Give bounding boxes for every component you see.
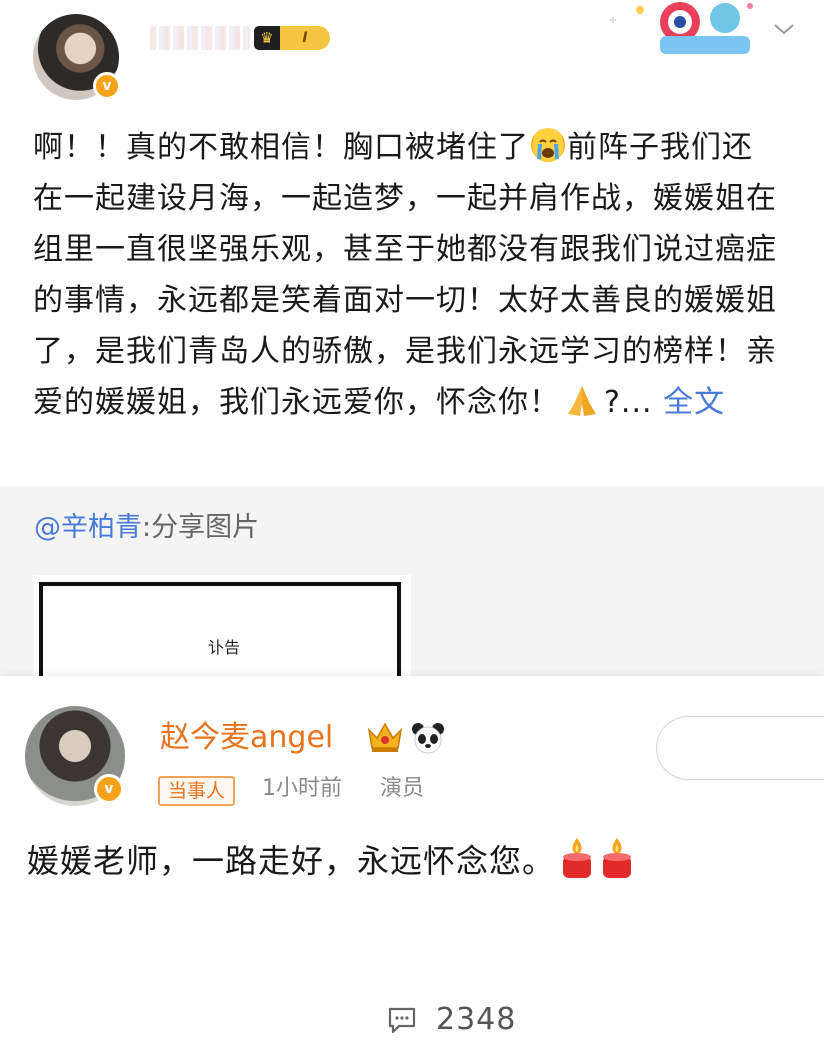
praying-hands-icon [568,386,596,416]
share-mention-line: @辛柏青:分享图片 [34,508,259,548]
decorative-card-sticker-icon [610,2,753,54]
comment-icon[interactable] [387,1006,417,1034]
candle-icon [563,838,592,878]
crown-icon: ♛ [254,26,280,50]
comment-count[interactable]: 2348 [436,1000,516,1040]
crying-face-icon [531,128,565,162]
crown-icon [367,722,403,752]
share-label: :分享图片 [142,512,260,543]
post-author-name-blurred[interactable] [150,26,250,50]
reply-timestamp: 1小时前 [262,776,342,801]
follow-button[interactable] [656,716,824,780]
obituary-title: 讣告 [207,638,240,657]
reply-author-role: 演员 [380,776,425,801]
verified-badge-icon: v [94,774,124,804]
chevron-down-icon[interactable] [772,20,796,38]
member-level-badge: I [280,26,330,50]
reply-author-name[interactable]: 赵今麦angel [160,718,333,758]
post-body-part-1: 啊！！真的不敢相信！胸口被堵住了 [33,130,529,165]
verified-badge-icon: v [93,72,121,100]
reply-text-content: 媛媛老师，一路走好，永远怀念您。 [27,842,556,880]
post-body-text: 啊！！真的不敢相信！胸口被堵住了 前阵子我们还在一起建设月海，一起造梦，一起并肩作… [33,122,783,428]
post-body-tail: ?... [604,385,653,420]
candle-icon [603,838,632,878]
post-body-part-2: 前阵子我们还在一起建设月海，一起造梦，一起并肩作战，媛媛姐在组里一直很坚强乐观，… [33,130,777,420]
mention-link[interactable]: @辛柏青 [34,512,142,543]
involved-party-tag: 当事人 [158,776,236,806]
expand-fulltext-link[interactable]: 全文 [663,385,725,420]
reply-text: 媛媛老师，一路走好，永远怀念您。 [27,836,635,883]
panda-icon [412,723,444,754]
